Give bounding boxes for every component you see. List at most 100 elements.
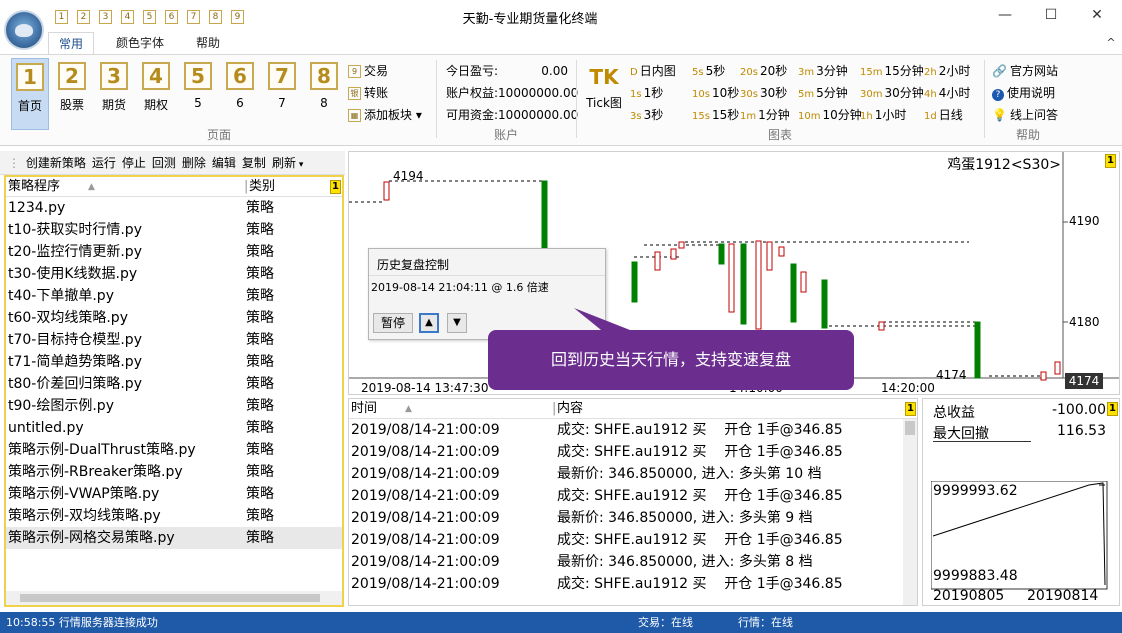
strategy-type: 策略 (246, 508, 274, 524)
scrollbar-thumb[interactable] (905, 421, 915, 435)
number-tab-7[interactable]: 7 (187, 10, 200, 24)
official-site-link[interactable]: 🔗 官方网站 (992, 62, 1072, 80)
add-board-button[interactable]: ▦ 添加板块 ▾ (348, 106, 438, 124)
collapse-ribbon-button[interactable]: ^ (1102, 34, 1120, 52)
table-row[interactable]: t70-目标持仓模型.py 策略 (6, 329, 342, 351)
number-tab-3[interactable]: 3 (99, 10, 112, 24)
col-time[interactable]: 时间 (351, 399, 377, 419)
tab-help[interactable]: 帮助 (186, 32, 230, 54)
period-1h-button[interactable]: 1h 1小时 (860, 106, 906, 124)
table-row[interactable]: t71-简单趋势策略.py 策略 (6, 351, 342, 373)
toolbar-2-button[interactable]: 停止 (122, 156, 146, 170)
strategy-name: t10-获取实时行情.py (8, 222, 142, 238)
strategy-name: 1234.py (8, 200, 66, 216)
toolbar-5-button[interactable]: 编辑 (212, 156, 236, 170)
tab-common[interactable]: 常用 (48, 32, 95, 54)
sort-asc-icon: ▲ (405, 404, 412, 414)
table-row[interactable]: 1234.py 策略 (6, 197, 342, 219)
table-row[interactable]: t40-下单撤单.py 策略 (6, 285, 342, 307)
period-5s-button[interactable]: 5s 5秒 (692, 62, 725, 80)
pause-button[interactable]: 暂停 (373, 313, 413, 333)
col-content[interactable]: 内容 (557, 399, 583, 419)
period-4h-button[interactable]: 4h 4小时 (924, 84, 970, 102)
table-row[interactable]: 策略示例-网格交易策略.py 策略 (6, 527, 342, 549)
horizontal-scrollbar[interactable] (6, 591, 342, 605)
period-3m-button[interactable]: 3m 3分钟 (798, 62, 848, 80)
app-logo-icon[interactable] (4, 10, 44, 50)
period-D-button[interactable]: D 日内图 (630, 62, 676, 80)
tick-icon: TK (589, 65, 619, 89)
period-15m-button[interactable]: 15m 15分钟 (860, 62, 924, 80)
period-20s-button[interactable]: 20s 20秒 (740, 62, 787, 80)
table-row[interactable]: t90-绘图示例.py 策略 (6, 395, 342, 417)
period-30m-button[interactable]: 30m 30分钟 (860, 84, 924, 102)
page-options-button[interactable]: 4 期权 (137, 58, 175, 130)
account-group-label: 账户 (494, 128, 519, 142)
table-row[interactable]: t20-监控行情更新.py 策略 (6, 241, 342, 263)
number-tab-1[interactable]: 1 (55, 10, 68, 24)
col-category[interactable]: 类别 (249, 177, 275, 197)
qa-link[interactable]: 💡 线上问答 (992, 106, 1072, 124)
table-row[interactable]: t60-双均线策略.py 策略 (6, 307, 342, 329)
page-5-button[interactable]: 5 5 (179, 58, 217, 130)
y-tick-4180: 4180 (1069, 315, 1100, 329)
table-row[interactable]: untitled.py 策略 (6, 417, 342, 439)
period-10m-button[interactable]: 10m 10分钟 (798, 106, 862, 124)
period-1m-button[interactable]: 1m 1分钟 (740, 106, 790, 124)
trade-button[interactable]: 9 交易 (348, 62, 438, 80)
vertical-scrollbar[interactable] (903, 419, 917, 605)
toolbar-1-button[interactable]: 运行 (92, 156, 116, 170)
table-row[interactable]: 策略示例-DualThrust策略.py 策略 (6, 439, 342, 461)
table-row[interactable]: t80-价差回归策略.py 策略 (6, 373, 342, 395)
page-stock-button[interactable]: 2 股票 (53, 58, 91, 130)
toolbar-6-button[interactable]: 复制 (242, 156, 266, 170)
strategy-type: 策略 (246, 288, 274, 304)
period-30s-button[interactable]: 30s 30秒 (740, 84, 787, 102)
period-5m-button[interactable]: 5m 5分钟 (798, 84, 848, 102)
speed-down-button[interactable]: ▼ (447, 313, 467, 333)
period-5s-icon: 5s (692, 67, 704, 78)
period-2h-button[interactable]: 2h 2小时 (924, 62, 970, 80)
divider (933, 441, 1031, 442)
scrollbar-thumb[interactable] (20, 594, 320, 602)
page-8-button[interactable]: 8 8 (305, 58, 343, 130)
tab-color-font[interactable]: 颜色字体 (106, 32, 174, 54)
number-tab-9[interactable]: 9 (231, 10, 244, 24)
toolbar-3-button[interactable]: 回测 (152, 156, 176, 170)
toolbar-0-button[interactable]: 创建新策略 (26, 156, 86, 170)
manual-link[interactable]: ? 使用说明 (992, 84, 1072, 102)
period-1d-button[interactable]: 1d 日线 (924, 106, 963, 124)
period-15s-button[interactable]: 15s 15秒 (692, 106, 739, 124)
number-tab-5[interactable]: 5 (143, 10, 156, 24)
log-row: 2019/08/14-21:00:09 成交: SHFE.au1912 买 开仓 … (349, 485, 917, 507)
maximize-button[interactable]: ☐ (1036, 4, 1066, 26)
number-tab-2[interactable]: 2 (77, 10, 90, 24)
col-strategy-program[interactable]: 策略程序 (8, 177, 60, 197)
toolbar-more-icon[interactable]: ▾ (296, 160, 304, 170)
number-tab-4[interactable]: 4 (121, 10, 134, 24)
number-tab-6[interactable]: 6 (165, 10, 178, 24)
table-row[interactable]: t10-获取实时行情.py 策略 (6, 219, 342, 241)
tick-chart-button[interactable]: TK Tick图 (584, 62, 624, 111)
bulb-icon: 💡 (992, 108, 1007, 122)
period-1s-button[interactable]: 1s 1秒 (630, 84, 663, 102)
period-10s-button[interactable]: 10s 10秒 (692, 84, 739, 102)
toolbar-7-button[interactable]: 刷新 (272, 156, 296, 170)
page-futures-button[interactable]: 3 期货 (95, 58, 133, 130)
transfer-button[interactable]: 银转账 (348, 84, 438, 102)
page-6-button[interactable]: 6 6 (221, 58, 259, 130)
close-button[interactable]: ✕ (1082, 4, 1112, 26)
table-row[interactable]: 策略示例-VWAP策略.py 策略 (6, 483, 342, 505)
candle-down (718, 243, 725, 265)
toolbar-4-button[interactable]: 删除 (182, 156, 206, 170)
status-message: 10:58:55 行情服务器连接成功 (6, 616, 158, 629)
minimize-button[interactable]: — (990, 4, 1020, 26)
page-home-button[interactable]: 1 首页 (11, 58, 49, 130)
speed-up-button[interactable]: ▲ (419, 313, 439, 333)
period-3s-button[interactable]: 3s 3秒 (630, 106, 663, 124)
number-tab-8[interactable]: 8 (209, 10, 222, 24)
table-row[interactable]: t30-使用K线数据.py 策略 (6, 263, 342, 285)
table-row[interactable]: 策略示例-双均线策略.py 策略 (6, 505, 342, 527)
page-7-button[interactable]: 7 7 (263, 58, 301, 130)
table-row[interactable]: 策略示例-RBreaker策略.py 策略 (6, 461, 342, 483)
